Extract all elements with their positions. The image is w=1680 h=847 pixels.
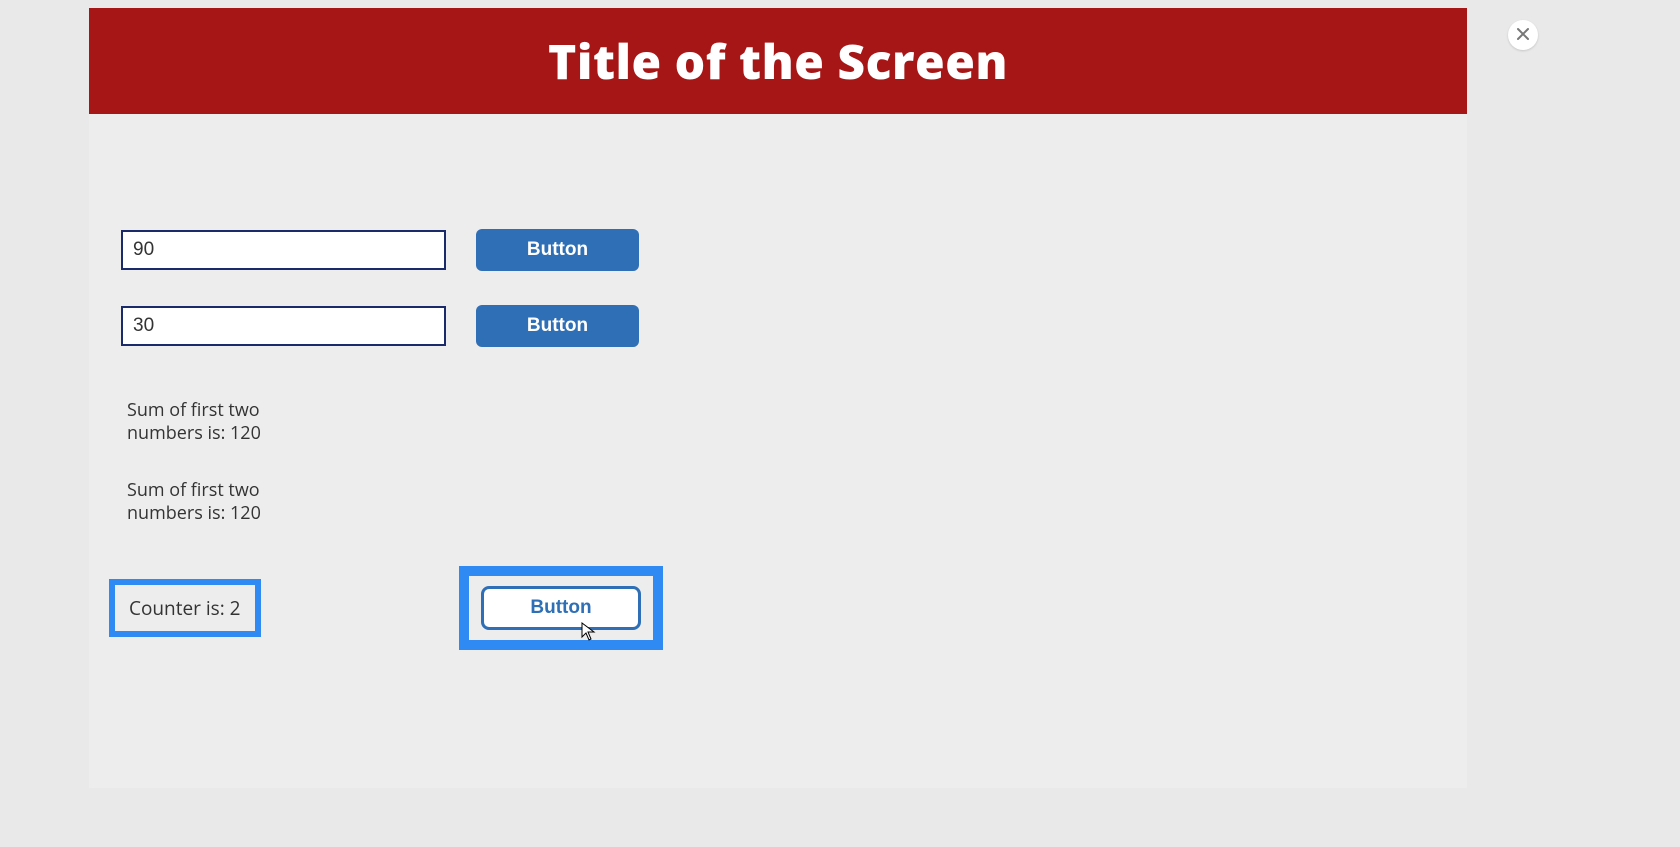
close-button[interactable]: [1508, 20, 1538, 50]
counter-text: Counter is: 2: [129, 595, 241, 621]
number-input-1[interactable]: [121, 230, 446, 270]
title-bar: Title of the Screen: [89, 8, 1467, 114]
page-title: Title of the Screen: [548, 29, 1008, 94]
app-window: Title of the Screen Button Button Sum of…: [89, 8, 1467, 788]
action-button-2[interactable]: Button: [476, 305, 639, 347]
counter-button[interactable]: Button: [481, 586, 641, 630]
close-icon: [1516, 24, 1530, 46]
sum-label-2: Sum of first two numbers is: 120: [127, 479, 277, 524]
sum-label-1: Sum of first two numbers is: 120: [127, 399, 277, 444]
framed-button-container: Button: [459, 566, 663, 650]
counter-display: Counter is: 2: [109, 579, 261, 637]
action-button-1[interactable]: Button: [476, 229, 639, 271]
input-row-2: Button: [121, 305, 639, 347]
number-input-2[interactable]: [121, 306, 446, 346]
input-row-1: Button: [121, 229, 639, 271]
